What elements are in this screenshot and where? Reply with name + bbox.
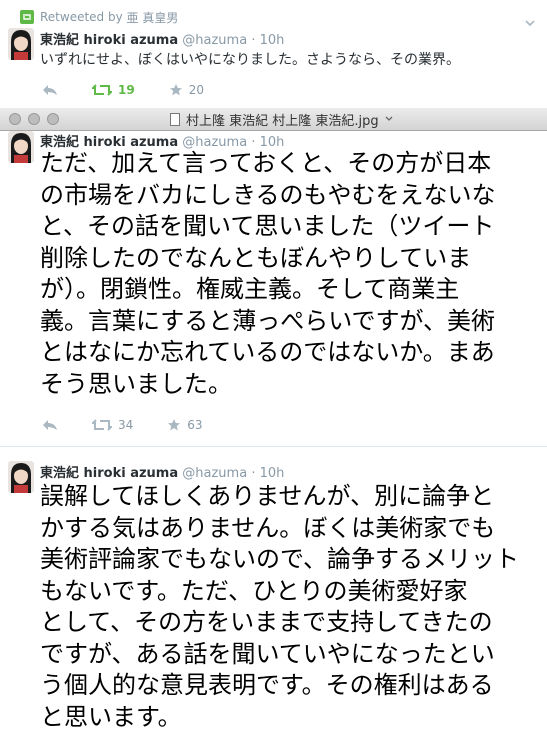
avatar[interactable] — [8, 461, 34, 493]
minimize-window-button[interactable] — [28, 113, 40, 125]
window-title: 村上隆 東浩紀 村上隆 東浩紀.jpg — [170, 111, 395, 129]
retweet-context: Retweeted by 亜 真皇男 — [20, 8, 178, 26]
retweet-icon — [20, 10, 34, 24]
tweet-text-line: ただ、加えて言っておくと、その方が日本 — [40, 149, 492, 177]
tweet-text-line: が）。閉鎖性。権威主義。そして商業主 — [40, 275, 460, 303]
tweet-text: 誤解してほしくありませんが、別に論争と かする気はありません。ぼくは美術家でも … — [40, 481, 545, 733]
window-title-text: 村上隆 東浩紀 村上隆 東浩紀.jpg — [186, 113, 379, 129]
tweet-actions: 34 63 — [42, 416, 237, 434]
tweet-text-line: そう思いました。 — [40, 369, 232, 398]
tweet-text-line: 義。言葉にすると薄っぺらいですが、美術 — [40, 306, 496, 335]
tweet-text: ただ、加えて言っておくと、その方が日本 の市場をバカにしきるのもやむをえないな … — [40, 148, 545, 400]
display-name[interactable]: 東浩紀 hiroki azuma — [40, 466, 178, 481]
retweeter-name[interactable]: 亜 真皇男 — [127, 9, 179, 26]
display-name[interactable]: 東浩紀 hiroki azuma — [40, 33, 178, 48]
tweet-text-line: と思います。 — [40, 702, 182, 731]
tweet-actions: 19 20 — [42, 81, 238, 99]
close-window-button[interactable] — [9, 113, 21, 125]
tweet-text-line: 美術評論家でもないので、論争するメリット — [40, 545, 520, 573]
tweet-text-line: 削除したのでなんともぼんやりしていま — [40, 243, 472, 272]
tweet-2[interactable]: 東浩紀 hiroki azuma @hazuma · 10h ただ、加えて言って… — [0, 131, 547, 439]
user-handle[interactable]: @hazuma — [182, 466, 247, 481]
tweet-header: 東浩紀 hiroki azuma @hazuma · 10h — [40, 29, 284, 48]
zoom-window-button[interactable] — [47, 113, 59, 125]
favorite-count: 63 — [187, 418, 203, 432]
favorite-button[interactable]: 63 — [167, 418, 203, 432]
tweet-text-line: とはなにか忘れているのではないか。まあ — [40, 338, 495, 366]
tweet-text-line: として、その方をいままで支持してきたの — [40, 608, 493, 636]
retweet-icon — [92, 419, 112, 431]
reply-icon — [43, 420, 57, 430]
tweet-header: 東浩紀 hiroki azuma @hazuma · 10h — [40, 462, 284, 481]
window-titlebar[interactable]: 村上隆 東浩紀 村上隆 東浩紀.jpg — [0, 108, 547, 131]
star-icon — [168, 419, 181, 431]
chevron-down-icon[interactable] — [383, 114, 395, 124]
reply-icon — [43, 85, 57, 95]
retweet-button[interactable]: 34 — [92, 418, 133, 432]
user-handle[interactable]: @hazuma — [182, 33, 247, 48]
tweet-text-line: と、その話を聞いて思いました（ツイート — [40, 212, 495, 240]
timestamp[interactable]: 10h — [260, 33, 285, 48]
tweet-text: いずれにせよ、ぼくはいやになりました。さようなら、その業界。 — [40, 52, 460, 68]
retweet-label: Retweeted by — [40, 10, 123, 24]
retweet-count: 34 — [118, 418, 134, 432]
tweet-text-line: かする気はありません。ぼくは美術家でも — [40, 513, 496, 542]
retweet-button[interactable]: 19 — [92, 83, 135, 97]
tweet-text-line: の市場をバカにしきるのもやむをえないな — [40, 180, 496, 209]
favorite-button[interactable]: 20 — [169, 83, 204, 97]
favorite-count: 20 — [188, 83, 204, 97]
tweet-text-line: 誤解してほしくありませんが、別に論争と — [40, 482, 495, 510]
separator-dot: · — [251, 33, 256, 48]
retweet-count: 19 — [118, 83, 135, 97]
tweet-text-line: もないです。ただ、ひとりの美術愛好家 — [40, 576, 468, 605]
timestamp[interactable]: 10h — [260, 466, 285, 481]
tweet-text-line: う個人的な意見表明です。その権利はある — [40, 671, 494, 699]
tweet-3[interactable]: 東浩紀 hiroki azuma @hazuma · 10h 誤解してほしくあり… — [0, 447, 547, 737]
document-icon — [170, 112, 180, 126]
tweet-text-line: ですが、ある話を聞いていやになったとい — [40, 639, 495, 668]
avatar[interactable] — [8, 28, 34, 60]
avatar[interactable] — [8, 131, 34, 163]
reply-button[interactable] — [42, 84, 58, 96]
separator-dot: · — [251, 466, 256, 481]
retweet-icon — [92, 84, 112, 96]
reply-button[interactable] — [42, 419, 58, 431]
chevron-down-icon[interactable] — [521, 14, 539, 32]
star-icon — [169, 84, 182, 96]
tweet-1[interactable]: Retweeted by 亜 真皇男 東浩紀 hiroki azuma @haz… — [0, 0, 547, 108]
